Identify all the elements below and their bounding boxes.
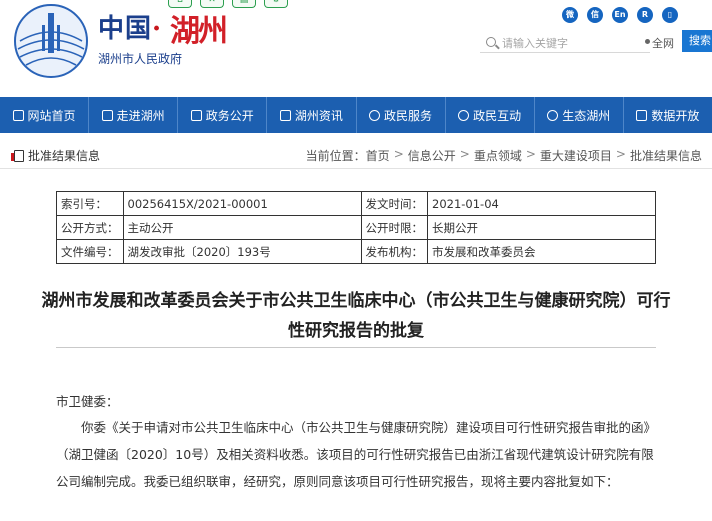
- interaction-icon: [458, 109, 470, 121]
- logo-china-text: 中国·: [98, 8, 162, 45]
- print-icon[interactable]: ▤: [232, 0, 256, 8]
- breadcrumb-current[interactable]: 批准结果信息: [630, 147, 702, 164]
- index-label: 索引号：: [56, 191, 124, 216]
- briefcase-icon: [190, 109, 202, 121]
- open-mode-value: 主动公开: [122, 215, 362, 240]
- search-icon: [486, 37, 496, 47]
- table-row: 索引号： 00256415X/2021-00001 发文时间： 2021-01-…: [56, 191, 656, 216]
- open-period-value: 长期公开: [427, 215, 656, 240]
- section-title: 批准结果信息: [11, 147, 101, 164]
- open-mode-label: 公开方式：: [56, 215, 124, 240]
- social-links: 微 信 En R ▯: [562, 7, 678, 23]
- nav-item-about[interactable]: 走进湖州: [89, 97, 179, 133]
- mobile-icon[interactable]: ▯: [662, 7, 678, 23]
- search-input[interactable]: [502, 34, 622, 52]
- site-header: ⌂ ✕ ▤ ⚙ 中国· 湖州 湖州市人民政府 微 信 En R ▯ 全网 搜索: [0, 0, 712, 97]
- breadcrumb-separator: >: [525, 147, 536, 161]
- nav-label: 数据开放: [651, 108, 700, 123]
- logo-dot: ·: [152, 14, 163, 44]
- main-nav: 网站首页 走进湖州 政务公开 湖州资讯 政民服务 政民互动 生态湖州 数据开放: [0, 97, 712, 133]
- wechat-icon[interactable]: 信: [587, 7, 603, 23]
- search-scope-label[interactable]: 全网: [652, 35, 674, 51]
- issuer-value: 市发展和改革委员会: [427, 239, 656, 264]
- nav-label: 政民互动: [473, 108, 522, 123]
- document-title: 湖州市发展和改革委员会关于市公共卫生临床中心（市公共卫生与健康研究院）可行性研究…: [41, 291, 671, 341]
- doc-number-value: 湖发改审批〔2020〕193号: [122, 239, 362, 264]
- logo-cn: 中国: [98, 14, 153, 44]
- document-meta-table: 索引号： 00256415X/2021-00001 发文时间： 2021-01-…: [56, 191, 656, 264]
- doc-number-label: 文件编号：: [56, 239, 124, 264]
- nav-label: 网站首页: [27, 108, 76, 123]
- nav-label: 生态湖州: [562, 108, 611, 123]
- logo-city-text: 湖州: [170, 14, 228, 49]
- nav-item-ecology[interactable]: 生态湖州: [535, 97, 624, 133]
- nav-label: 湖州资讯: [294, 108, 343, 123]
- leaf-icon: [547, 109, 559, 121]
- nav-item-news[interactable]: 湖州资讯: [267, 97, 357, 133]
- date-value: 2021-01-04: [427, 191, 656, 216]
- search-button[interactable]: 搜索: [682, 30, 712, 52]
- issuer-label: 发布机构：: [360, 239, 428, 264]
- document-icon: [11, 149, 24, 162]
- nav-item-interaction[interactable]: 政民互动: [446, 97, 535, 133]
- huzhou-emblem-logo[interactable]: [12, 3, 90, 79]
- index-value: 00256415X/2021-00001: [122, 191, 362, 216]
- date-label: 发文时间：: [360, 191, 428, 216]
- nav-label: 走进湖州: [116, 108, 165, 123]
- service-icon: [369, 109, 381, 121]
- home-icon: [12, 109, 24, 121]
- open-period-label: 公开时限：: [360, 215, 428, 240]
- document-body: 你委《关于申请对市公共卫生临床中心（市公共卫生与健康研究院）建设项目可行性研究报…: [56, 420, 657, 489]
- rss-icon[interactable]: R: [637, 7, 653, 23]
- section-title-text: 批准结果信息: [28, 149, 101, 163]
- nav-item-home[interactable]: 网站首页: [0, 97, 90, 133]
- breadcrumb: 当前位置：首页 > 信息公开 > 重点领域 > 重大建设项目 > 批准结果信息: [306, 147, 702, 164]
- logo-subtitle: 湖州市人民政府: [98, 52, 183, 66]
- nav-item-gov-affairs[interactable]: 政务公开: [178, 97, 268, 133]
- weibo-icon[interactable]: 微: [562, 7, 578, 23]
- table-row: 文件编号： 湖发改审批〔2020〕193号 发布机构： 市发展和改革委员会: [56, 239, 656, 264]
- nav-label: 政民服务: [384, 108, 433, 123]
- scope-radio[interactable]: [645, 39, 650, 44]
- breadcrumb-key-areas[interactable]: 重点领域: [474, 147, 522, 164]
- search-box: [480, 33, 650, 53]
- nav-item-open-data[interactable]: 数据开放: [624, 97, 712, 133]
- image-icon: [101, 109, 113, 121]
- breadcrumb-separator: >: [459, 147, 470, 161]
- breadcrumb-home[interactable]: 当前位置：首页: [306, 147, 390, 164]
- title-divider: [56, 347, 656, 348]
- settings-icon[interactable]: ⚙: [264, 0, 288, 8]
- breadcrumb-major-projects[interactable]: 重大建设项目: [540, 147, 612, 164]
- nav-label: 政务公开: [205, 108, 254, 123]
- english-icon[interactable]: En: [612, 7, 628, 23]
- breadcrumb-info-open[interactable]: 信息公开: [408, 147, 456, 164]
- table-row: 公开方式： 主动公开 公开时限： 长期公开: [56, 215, 656, 240]
- news-icon: [279, 109, 291, 121]
- nav-item-services[interactable]: 政民服务: [357, 97, 446, 133]
- document-salutation: 市卫健委：: [56, 394, 119, 409]
- breadcrumb-separator: >: [393, 147, 404, 161]
- breadcrumb-separator: >: [615, 147, 626, 161]
- section-bar: 批准结果信息 当前位置：首页 > 信息公开 > 重点领域 > 重大建设项目 > …: [0, 141, 712, 169]
- data-icon: [636, 109, 648, 121]
